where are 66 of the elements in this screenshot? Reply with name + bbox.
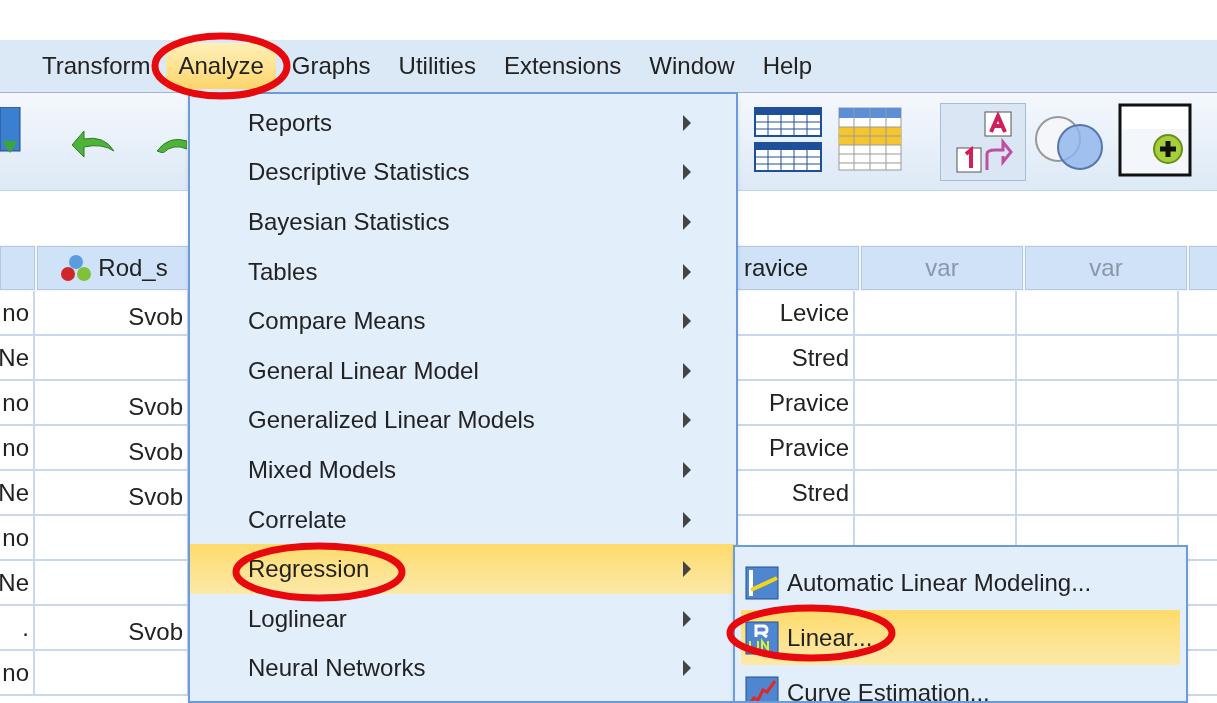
column-label: ravice (743, 253, 808, 283)
table-icon[interactable] (838, 107, 902, 171)
table-cell-text: Ne (0, 342, 29, 373)
menu-item[interactable]: Linear... (741, 610, 1180, 665)
menu-item[interactable]: Help (750, 43, 825, 89)
menu-item[interactable]: Window (637, 43, 747, 89)
venn-icon[interactable] (1032, 113, 1106, 173)
menu-item[interactable]: Compare Means (190, 296, 736, 346)
submenu-arrow-icon (682, 610, 692, 627)
chart-builder-button[interactable] (940, 103, 1026, 181)
column-label: Rod_s (98, 253, 168, 283)
add-icon[interactable] (1118, 103, 1192, 177)
table-cell-text: Svob (128, 302, 183, 332)
table-cell-text: no (2, 432, 29, 463)
submenu-arrow-icon (682, 214, 692, 230)
submenu-arrow-icon (682, 114, 692, 131)
table-cell-text: no (2, 657, 29, 688)
menu-item[interactable]: Transform (30, 43, 163, 89)
line-chart-icon (745, 565, 779, 600)
menu-item[interactable]: Descriptive Statistics (190, 147, 736, 198)
menu-item[interactable]: Extensions (491, 43, 634, 89)
menu-item[interactable]: Loglinear (190, 593, 736, 644)
menu-item[interactable]: Curve Estimation... (741, 665, 1180, 701)
menu-item[interactable]: General Linear Model (190, 345, 736, 396)
menu-item[interactable]: Mixed Models (190, 445, 736, 495)
table-cell-text: . (22, 612, 29, 643)
table-cell-text: Stred (791, 477, 849, 508)
table-cell-text: Svob (128, 392, 183, 422)
curve-chart-icon (745, 675, 779, 701)
submenu-arrow-icon (682, 263, 692, 280)
grid-icon[interactable] (754, 107, 822, 173)
menu-item[interactable]: Automatic Linear Modeling... (741, 555, 1180, 610)
submenu-arrow-icon (682, 660, 692, 677)
table-cell-text: Svob (128, 482, 183, 512)
table-cell-text: Pravice (768, 432, 849, 463)
submenu-arrow-icon (682, 511, 692, 528)
table-cell-text: no (2, 297, 29, 328)
menu-item[interactable]: Correlate (190, 494, 736, 545)
table-cell-text: Ne (0, 477, 29, 508)
menu-item[interactable]: Analyze (166, 43, 276, 89)
menu-item[interactable]: Generalized Linear Models (190, 395, 736, 446)
table-cell-text: no (2, 522, 29, 553)
table-cell-text: Pravice (768, 387, 849, 418)
table-cell-text: Stred (791, 342, 849, 373)
submenu-arrow-icon (682, 461, 692, 478)
submenu-arrow-icon (682, 362, 692, 379)
table-cell-text: Levice (779, 297, 849, 328)
column-header[interactable]: Rod_s (37, 246, 191, 290)
submenu-arrow-icon (682, 313, 692, 330)
table-cell-text: Svob (128, 437, 183, 467)
menu-item[interactable]: Graphs (279, 43, 383, 89)
submenu-arrow-icon (682, 561, 692, 578)
column-label: var (1089, 253, 1123, 283)
table-cell-text: no (2, 387, 29, 418)
menu-item[interactable]: Tables (190, 246, 736, 297)
table-cell-text: Svob (128, 617, 183, 647)
menu-item[interactable]: Regression (190, 544, 736, 594)
submenu-arrow-icon (682, 412, 692, 429)
menu-item[interactable]: Reports (190, 98, 736, 148)
submenu-arrow-icon (682, 164, 692, 181)
menu-item[interactable]: Utilities (386, 43, 488, 89)
nominal-icon (60, 253, 93, 283)
table-cell-text: Ne (0, 567, 29, 598)
menu-item[interactable]: Neural Networks (190, 643, 736, 694)
column-label: var (925, 253, 959, 283)
menu-item[interactable]: Bayesian Statistics (190, 197, 736, 247)
